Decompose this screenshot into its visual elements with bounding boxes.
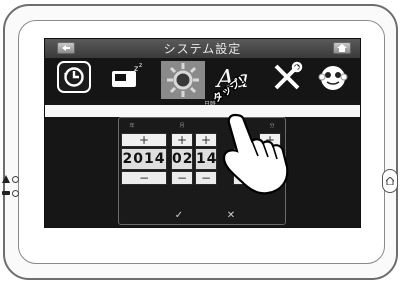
- svg-text:z: z: [134, 64, 138, 73]
- tools-icon[interactable]: [269, 61, 305, 95]
- minus-icon: −: [138, 171, 150, 185]
- settings-icon-bar: z z Aa: [45, 58, 360, 100]
- tap-hand-icon: [222, 113, 289, 195]
- home-button[interactable]: [333, 42, 351, 54]
- year-value: 2014: [122, 151, 166, 167]
- minus-icon: −: [200, 171, 212, 185]
- indicator-light: [12, 175, 19, 183]
- day-field[interactable]: 14: [195, 148, 217, 170]
- device-screen: システム設定 z z Aa 年 月 分 + 2014 − + 02 − + 14…: [44, 38, 361, 228]
- page-title: システム設定: [163, 42, 242, 56]
- day-minus-button[interactable]: −: [195, 171, 217, 185]
- confirm-row: ✓ ✕: [159, 209, 259, 223]
- home-hardware-button[interactable]: [382, 169, 398, 193]
- indicator-light: [12, 189, 19, 197]
- month-header: 月: [179, 123, 185, 129]
- home-icon: [386, 177, 394, 185]
- year-field[interactable]: 2014: [121, 148, 167, 170]
- cancel-button[interactable]: ✕: [211, 209, 251, 222]
- warning-icon: [2, 175, 10, 183]
- battery-icon: [2, 191, 10, 195]
- day-plus-button[interactable]: +: [195, 133, 217, 147]
- month-field[interactable]: 02: [171, 148, 193, 170]
- standby-icon[interactable]: z z: [108, 61, 146, 93]
- month-value: 02: [172, 151, 194, 167]
- year-minus-button[interactable]: −: [121, 171, 167, 185]
- year-plus-button[interactable]: +: [121, 133, 167, 147]
- plus-icon: +: [176, 133, 188, 147]
- ok-button[interactable]: ✓: [159, 209, 199, 222]
- day-value: 14: [196, 151, 218, 167]
- status-indicators: [2, 172, 26, 206]
- home-icon: [337, 44, 347, 52]
- plus-icon: +: [138, 133, 150, 147]
- minus-icon: −: [176, 171, 188, 185]
- month-minus-button[interactable]: −: [171, 171, 193, 185]
- support-icon[interactable]: [315, 61, 351, 95]
- title-bar: システム設定: [45, 39, 360, 58]
- divider-bar: [45, 105, 360, 117]
- clock-icon[interactable]: [57, 61, 91, 93]
- plus-icon: +: [200, 133, 212, 147]
- svg-text:z: z: [139, 62, 142, 69]
- year-header: 年: [129, 123, 135, 129]
- brightness-icon[interactable]: [161, 61, 205, 99]
- month-plus-button[interactable]: +: [171, 133, 193, 147]
